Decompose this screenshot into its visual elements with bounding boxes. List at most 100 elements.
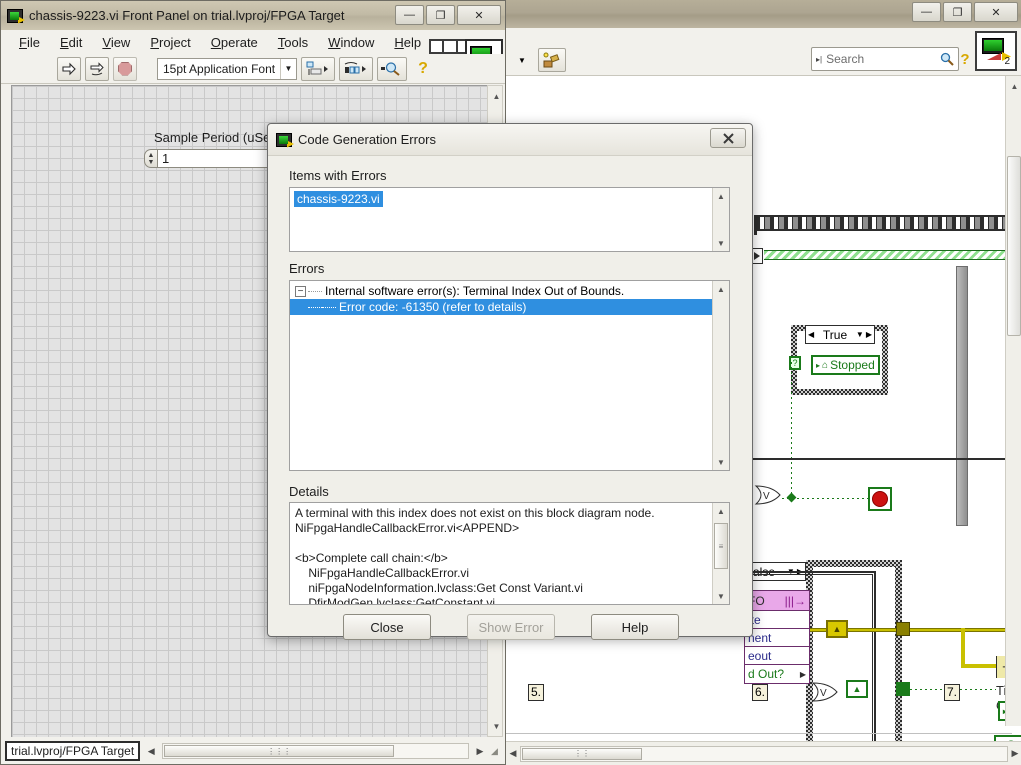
tunnel-shift-register-upper[interactable]: ▲ [826,620,848,638]
font-selector-value: 15pt Application Font [163,61,276,76]
errors-scroll-down-icon[interactable]: ▼ [713,454,730,470]
errors-tree-scrollbar[interactable]: ▲ ▼ [712,281,729,470]
fp-scroll-up-arrow-icon[interactable]: ▲ [488,88,505,104]
case-selector-upper[interactable]: ◀ True ▼ ▶ [805,325,875,344]
stop-button-terminal-upper[interactable] [868,487,892,511]
diagram-inner-scrollbar[interactable] [956,266,968,526]
fp-hscroll-track[interactable]: ⋮⋮⋮ [162,743,469,759]
items-scroll-up-icon[interactable]: ▲ [713,188,730,204]
tunnel-up-arrow-icon-lower: ▲ [852,684,862,694]
items-scroll-down-icon[interactable]: ▼ [713,235,730,251]
items-with-errors-listbox[interactable]: chassis-9223.vi ▲ ▼ [289,187,730,252]
details-box[interactable]: A terminal with this index does not exis… [289,502,730,605]
details-scrollbar[interactable]: ▲ ≡ ▼ [712,503,729,604]
items-with-errors-label: Items with Errors [289,168,387,183]
block-diagram-horizontal-scrollbar[interactable]: ◀ ⋮⋮ ▶ [506,741,1021,765]
or-gate-lower[interactable]: V [811,681,839,706]
menu-file[interactable]: File [9,32,50,53]
fp-hscroll-thumb[interactable]: ⋮⋮⋮ [164,745,395,757]
fifo-row-write: ite [745,611,809,629]
menu-edit[interactable]: Edit [50,32,92,53]
menu-view[interactable]: View [92,32,140,53]
search-box[interactable]: ▸| Search [811,47,959,71]
close-button-dialog[interactable]: Close [343,614,431,640]
details-scroll-down-icon[interactable]: ▼ [713,588,730,604]
close-button[interactable]: ✕ [974,2,1018,22]
align-objects-button[interactable] [301,56,335,81]
tunnel-exit-green[interactable] [896,682,910,696]
menu-window[interactable]: Window [318,32,384,53]
or-gate-upper[interactable]: V [754,484,782,509]
dialog-title: Code Generation Errors [298,132,437,147]
magnifier-icon [381,62,400,76]
sample-period-input[interactable]: 1 [158,149,268,168]
case-prev-arrow-icon[interactable]: ◀ [808,330,814,339]
items-listbox-scrollbar[interactable]: ▲ ▼ [712,188,729,251]
tunnel-shift-register-lower[interactable]: ▲ [846,680,868,698]
connector-cell[interactable] [430,40,444,53]
dialog-titlebar[interactable]: Code Generation Errors [268,124,752,156]
block-diagram-titlebar[interactable]: — ❐ ✕ [506,0,1021,28]
fp-maximize-button[interactable]: ❐ [426,5,455,25]
context-help-button-fp[interactable]: ? [411,57,435,81]
menu-tools[interactable]: Tools [268,32,318,53]
case-next-arrow-icon[interactable]: ▶ [866,330,872,339]
block-diagram-hscroll-track[interactable]: ⋮⋮ [520,745,1008,762]
increment-decrement-icon[interactable]: ▲ ▼ [144,149,158,168]
help-button[interactable]: Help [591,614,679,640]
menu-project[interactable]: Project [140,32,200,53]
details-scroll-up-icon[interactable]: ▲ [713,503,730,519]
fp-minimize-button[interactable]: — [395,5,424,25]
dialog-close-button[interactable] [710,128,746,148]
scroll-left-arrow-icon[interactable]: ◀ [506,748,520,759]
toolbar-dropdown-arrow-icon[interactable]: ▼ [510,48,534,72]
maximize-button[interactable]: ❐ [943,2,972,22]
fp-close-button[interactable]: ✕ [457,5,501,25]
menu-help[interactable]: Help [384,32,431,53]
block-diagram-vertical-scrollbar[interactable]: ▲ [1005,76,1021,726]
tree-expander-icon[interactable]: − [295,285,306,297]
fp-scroll-down-arrow-icon[interactable]: ▼ [488,718,505,734]
stopped-local-variable-upper[interactable]: ▸ ⌂ Stopped [811,355,880,375]
fp-scroll-right-arrow-icon[interactable]: ▶ [473,746,487,757]
fp-scroll-left-arrow-icon[interactable]: ◀ [144,746,158,757]
block-diagram-hscroll-thumb[interactable]: ⋮⋮ [522,747,642,760]
clean-up-diagram-icon[interactable] [538,48,566,72]
errors-tree[interactable]: − Internal software error(s): Terminal I… [289,280,730,471]
errors-tree-row-child[interactable]: Error code: -61350 (refer to details) [290,299,729,315]
details-label: Details [289,484,329,499]
resize-grip-icon[interactable]: ◢ [491,746,501,757]
distribute-objects-button[interactable] [339,56,373,81]
connector-cell[interactable] [443,40,457,53]
fifo-row-label-2: eout [748,648,772,663]
block-diagram-scroll-thumb[interactable] [1007,156,1021,336]
case-structure-upper[interactable]: ◀ True ▼ ▶ ▸ ⌂ Stopped [791,325,888,395]
errors-tree-row-parent[interactable]: − Internal software error(s): Terminal I… [290,283,729,299]
search-icon[interactable] [940,52,954,66]
details-scroll-thumb[interactable]: ≡ [714,523,728,569]
front-panel-title: chassis-9223.vi Front Panel on trial.lvp… [29,8,345,23]
items-with-errors-item[interactable]: chassis-9223.vi [294,191,383,207]
sample-period-control[interactable]: ▲ ▼ 1 [144,149,268,168]
menu-operate[interactable]: Operate [201,32,268,53]
align-objects-icon [306,61,328,75]
abort-execution-button[interactable] [113,56,137,81]
errors-scroll-up-icon[interactable]: ▲ [713,281,730,297]
reorder-objects-button[interactable] [377,56,407,81]
block-diagram-window-buttons: — ❐ ✕ [912,2,1018,22]
diagram-bottom-rule [506,733,1012,734]
run-continuously-button[interactable] [85,56,109,81]
case-dropdown-icon[interactable]: ▼ [856,330,864,339]
minimize-button[interactable]: — [912,2,941,22]
front-panel-titlebar[interactable]: chassis-9223.vi Front Panel on trial.lvp… [1,1,505,30]
context-help-button[interactable]: ? [953,47,977,71]
scroll-right-arrow-icon[interactable]: ▶ [1008,748,1021,759]
dialog-body: Items with Errors chassis-9223.vi ▲ ▼ Er… [268,156,754,640]
scroll-up-arrow-icon[interactable]: ▲ [1006,78,1021,94]
search-input[interactable]: Search [826,52,936,66]
font-selector[interactable]: 15pt Application Font ▼ [157,57,297,80]
tunnel-exit-yellow[interactable] [896,622,910,636]
vi-icon-badge[interactable]: 2 [975,31,1017,71]
run-button[interactable] [57,56,81,81]
chevron-down-icon[interactable]: ▼ [280,58,296,79]
